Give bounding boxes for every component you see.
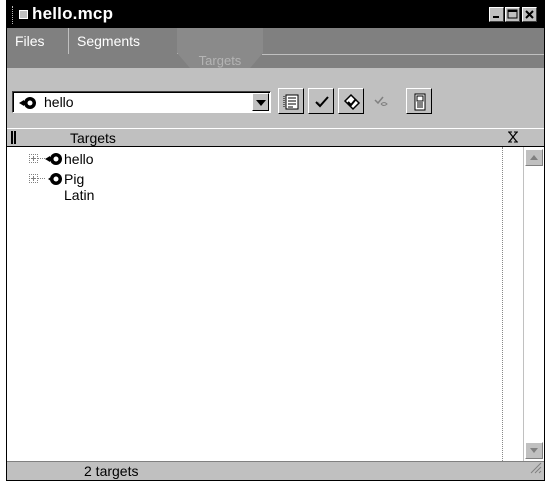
chevron-down-icon xyxy=(256,100,266,106)
column-divider xyxy=(502,147,504,461)
header-grip[interactable] xyxy=(11,131,16,144)
tree-connector xyxy=(38,178,45,179)
tab-strip: Files Segments Targets xyxy=(7,28,544,68)
arrow-up-icon xyxy=(530,155,538,160)
tab-files[interactable]: Files xyxy=(7,28,69,54)
minimize-button[interactable] xyxy=(489,7,504,22)
target-select[interactable]: hello xyxy=(12,91,271,113)
check-syntax-button[interactable] xyxy=(308,88,334,114)
targets-header-label: Targets xyxy=(70,130,116,146)
target-select-dropdown[interactable] xyxy=(252,93,269,111)
project-info-icon xyxy=(414,93,426,111)
expand-toggle[interactable] xyxy=(29,174,38,183)
target-settings-button[interactable] xyxy=(278,88,304,114)
target-select-value: hello xyxy=(44,94,74,110)
scroll-up-button[interactable] xyxy=(525,149,543,166)
arrow-down-icon xyxy=(530,448,538,453)
close-icon xyxy=(525,10,534,19)
close-button[interactable] xyxy=(522,7,537,22)
drag-grip[interactable] xyxy=(12,6,15,24)
maximize-button[interactable] xyxy=(505,7,520,22)
tree-connector xyxy=(38,158,45,159)
targets-list[interactable]: hello Pig Latin xyxy=(7,147,544,461)
status-bar: 2 targets xyxy=(7,461,544,480)
title-bar[interactable]: hello.mcp xyxy=(7,0,544,28)
tab-targets[interactable]: Targets xyxy=(177,28,263,68)
targets-column-header[interactable]: Targets xyxy=(7,128,544,147)
minimize-icon xyxy=(493,16,499,18)
tab-segments[interactable]: Segments xyxy=(69,28,178,54)
vertical-scrollbar[interactable] xyxy=(523,147,544,461)
project-info-button[interactable] xyxy=(406,88,432,114)
make-button[interactable] xyxy=(338,88,364,114)
maximize-icon xyxy=(507,9,518,19)
tab-divider xyxy=(262,54,544,55)
make-icon xyxy=(343,93,361,111)
toolbar: hello xyxy=(7,68,544,126)
debug-icon xyxy=(374,96,388,106)
target-label: Pig Latin xyxy=(64,171,95,203)
expand-toggle[interactable] xyxy=(29,154,38,163)
debug-button[interactable] xyxy=(368,88,394,114)
resize-grip-icon[interactable] xyxy=(528,460,542,479)
target-icon xyxy=(18,96,38,115)
target-count: 2 targets xyxy=(84,463,139,479)
window-title: hello.mcp xyxy=(32,4,114,23)
target-icon xyxy=(45,172,63,189)
check-syntax-icon xyxy=(315,96,329,108)
window-menu-icon[interactable] xyxy=(19,10,28,19)
scroll-down-button[interactable] xyxy=(525,442,543,459)
target-icon xyxy=(45,152,63,169)
target-label: hello xyxy=(64,151,94,167)
project-window: hello.mcp Files Segments Targets hello T… xyxy=(6,0,545,481)
target-settings-icon xyxy=(283,94,299,110)
